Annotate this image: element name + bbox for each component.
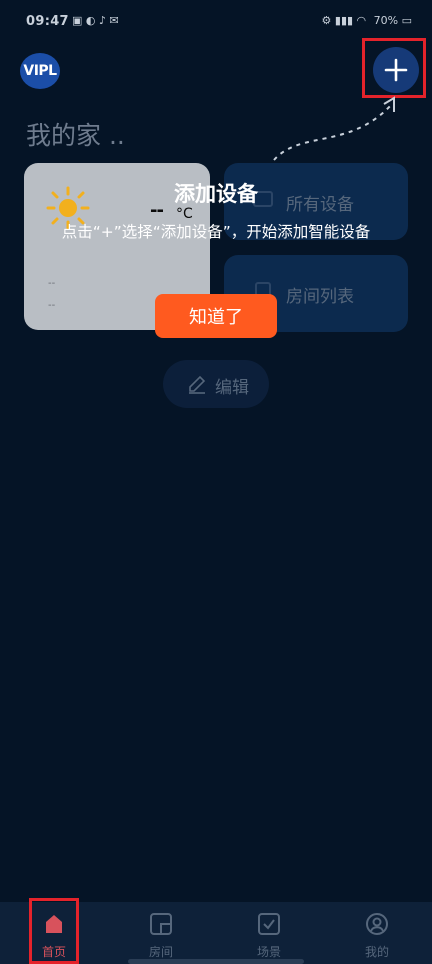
profile-icon [366, 913, 388, 935]
brand-logo: VIPL [20, 53, 60, 89]
status-time: 09:47 [26, 14, 69, 29]
edit-label: 编辑 [215, 378, 249, 398]
tab-room-label: 房间 [148, 945, 173, 959]
add-button-highlight-frame [362, 38, 426, 98]
tab-profile[interactable]: 我的 [337, 902, 417, 964]
tip-text: 点击“+”选择“添加设备”，开始添加智能设备 [61, 223, 371, 241]
edit-button[interactable]: 编辑 [163, 360, 269, 408]
battery-level: 70% [373, 14, 399, 27]
weather-stat-2: -- [48, 300, 56, 311]
tab-scene-label: 场景 [256, 945, 281, 959]
room-list-label: 房间列表 [286, 287, 354, 307]
got-it-button[interactable]: 知道了 [155, 294, 277, 338]
home-tab-highlight-frame [29, 898, 79, 964]
pencil-icon [189, 375, 206, 394]
system-icons: ⚙ ▮▮▮ ◠ 70% ▭ [321, 14, 412, 27]
tab-scene[interactable]: 场景 [229, 902, 309, 964]
tab-profile-label: 我的 [364, 945, 389, 959]
weather-stat-1: -- [48, 278, 56, 289]
status-bar: 09:47 ▣ ◐ ♪ ✉ ⚙ ▮▮▮ ◠ 70% ▭ [0, 0, 432, 40]
guide-arrow [273, 96, 395, 161]
gesture-home-indicator[interactable] [128, 959, 304, 964]
notification-icons: ▣ ◐ ♪ ✉ [72, 14, 119, 27]
tip-title: 添加设备 [174, 182, 258, 206]
tab-room[interactable]: 房间 [121, 902, 201, 964]
home-title: 我的家 .. [26, 121, 125, 150]
room-icon [150, 913, 172, 935]
scene-icon [258, 913, 280, 935]
